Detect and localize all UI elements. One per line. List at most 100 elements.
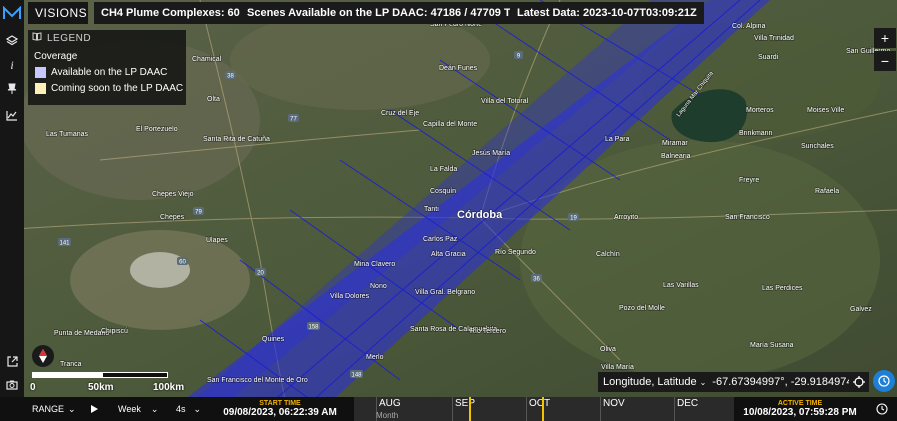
place-label: María Susana — [750, 342, 794, 349]
legend-item-label: Available on the LP DAAC — [51, 67, 168, 78]
legend-swatch-available — [35, 67, 46, 78]
latest-data-badge: Latest Data: 2023-10-07T03:09:21Z — [510, 2, 704, 24]
place-label: Col. Alpina — [732, 23, 766, 30]
place-label: Tanti — [424, 206, 439, 213]
route-number: 141 — [59, 241, 70, 247]
route-number: 60 — [179, 260, 186, 266]
speed-select[interactable]: 4s ⌄ — [176, 397, 201, 421]
clock-icon — [878, 375, 890, 387]
chart-icon[interactable] — [0, 104, 24, 126]
place-label: Río Segundo — [495, 249, 536, 256]
legend-item-available: Available on the LP DAAC — [28, 62, 186, 78]
play-button[interactable] — [90, 397, 99, 421]
place-label: Calchín — [596, 251, 620, 258]
compass-button[interactable] — [32, 345, 54, 367]
app-title-button[interactable]: VISIONS — [28, 2, 88, 24]
place-label: Tranca — [60, 361, 82, 368]
place-label: Villa Trinidad — [754, 35, 794, 42]
start-time[interactable]: START TIME 09/08/2023, 06:22:39 AM — [218, 397, 342, 421]
start-time-value: 09/08/2023, 06:22:39 AM — [223, 407, 337, 418]
place-label: Balnearia — [661, 153, 691, 160]
place-label: Villa Dolores — [330, 293, 370, 300]
app-logo-icon[interactable] — [0, 4, 24, 22]
legend-section-title: Coverage — [34, 51, 78, 62]
left-toolbar: i — [0, 0, 24, 421]
zoom-out-button[interactable]: − — [874, 51, 896, 71]
camera-icon[interactable] — [0, 374, 24, 396]
route-number: 19 — [570, 216, 577, 222]
scenes-available-text: Scenes Available on the LP DAAC: 47186 /… — [247, 7, 530, 19]
place-label: Capilla del Monte — [423, 121, 477, 128]
range-select[interactable]: RANGE ⌄ — [32, 397, 76, 421]
chevron-down-icon: ⌄ — [193, 403, 202, 414]
month-tick — [526, 397, 527, 421]
active-time[interactable]: ACTIVE TIME 10/08/2023, 07:59:28 PM — [736, 397, 864, 421]
crosshair-icon — [853, 376, 865, 388]
active-time-label: ACTIVE TIME — [777, 400, 823, 407]
month-label: DEC — [677, 398, 699, 409]
legend-header[interactable]: LEGEND — [28, 30, 186, 46]
month-label: OCT — [529, 398, 551, 409]
place-label: Cruz del Eje — [381, 110, 419, 117]
place-label: Las Varillas — [663, 282, 699, 289]
legend-swatch-coming-soon — [35, 83, 46, 94]
coord-mode-label: Longitude, Latitude — [603, 376, 697, 388]
timeline-unit: Month — [376, 411, 399, 420]
place-label: Olta — [207, 96, 220, 103]
pin-icon[interactable] — [0, 78, 24, 100]
interval-label: Week — [118, 404, 141, 414]
place-label: Santa Rita de Catuña — [203, 136, 270, 143]
month-tick — [452, 397, 453, 421]
route-number: 77 — [290, 117, 297, 123]
place-label: Chamical — [192, 56, 222, 63]
place-label: Miramar — [662, 140, 688, 147]
place-label: Suardi — [758, 54, 779, 61]
place-label: Morteros — [746, 107, 774, 114]
legend-book-icon — [32, 32, 42, 44]
active-time-marker[interactable] — [542, 397, 544, 421]
place-label: Arroyito — [614, 214, 638, 221]
route-number: 148 — [351, 373, 362, 379]
place-label: Córdoba — [457, 209, 503, 221]
history-icon — [876, 403, 888, 415]
external-link-icon[interactable] — [0, 350, 24, 372]
place-label: Mina Clavero — [354, 261, 395, 268]
scenes-available-badge: Scenes Available on the LP DAAC: 47186 /… — [240, 2, 537, 24]
month-label: SEP — [455, 398, 476, 409]
place-label: Villa del Totoral — [481, 98, 529, 105]
time-toggle-button[interactable] — [873, 370, 895, 392]
timeline-track[interactable]: AUG Month SEP OCT NOV DEC — [354, 397, 734, 421]
info-icon[interactable]: i — [0, 54, 24, 76]
history-button[interactable] — [876, 397, 888, 421]
place-label: Ulapes — [206, 237, 228, 244]
scale-label: 50km — [88, 382, 114, 393]
layers-icon[interactable] — [0, 30, 24, 52]
route-number: 36 — [533, 277, 540, 283]
place-label: Oliva — [600, 346, 616, 353]
place-label: Alta Gracia — [431, 251, 466, 258]
zoom-in-button[interactable]: + — [874, 28, 896, 48]
chevron-down-icon: ⌄ — [699, 377, 707, 387]
place-label: La Para — [605, 136, 630, 143]
speed-label: 4s — [176, 404, 186, 414]
chevron-down-icon: ⌄ — [68, 403, 76, 414]
start-time-marker[interactable] — [469, 397, 471, 421]
place-label: Rafaela — [815, 188, 839, 195]
coordinate-readout: Longitude, Latitude ⌄ -67.67394997°, -29… — [598, 372, 868, 392]
plume-complexes-text: CH4 Plume Complexes: 608 — [101, 7, 246, 19]
month-label: AUG — [379, 398, 401, 409]
interval-select[interactable]: Week ⌄ — [118, 397, 158, 421]
place-label: El Portezuelo — [136, 126, 178, 133]
month-label: NOV — [603, 398, 625, 409]
month-tick — [674, 397, 675, 421]
legend-item-label: Coming soon to the LP DAAC — [51, 83, 184, 94]
crosshair-button[interactable] — [849, 372, 869, 392]
place-label: Brinkmann — [739, 130, 773, 137]
route-number: 158 — [308, 325, 319, 331]
place-label: Sunchales — [801, 143, 834, 150]
coord-mode-select[interactable]: Longitude, Latitude ⌄ — [603, 376, 706, 388]
place-label: Freyre — [739, 177, 759, 184]
visions-app: San Pedro Norte Chamical Olta Las Tumana… — [0, 0, 897, 421]
play-icon — [91, 405, 98, 413]
month-tick — [600, 397, 601, 421]
